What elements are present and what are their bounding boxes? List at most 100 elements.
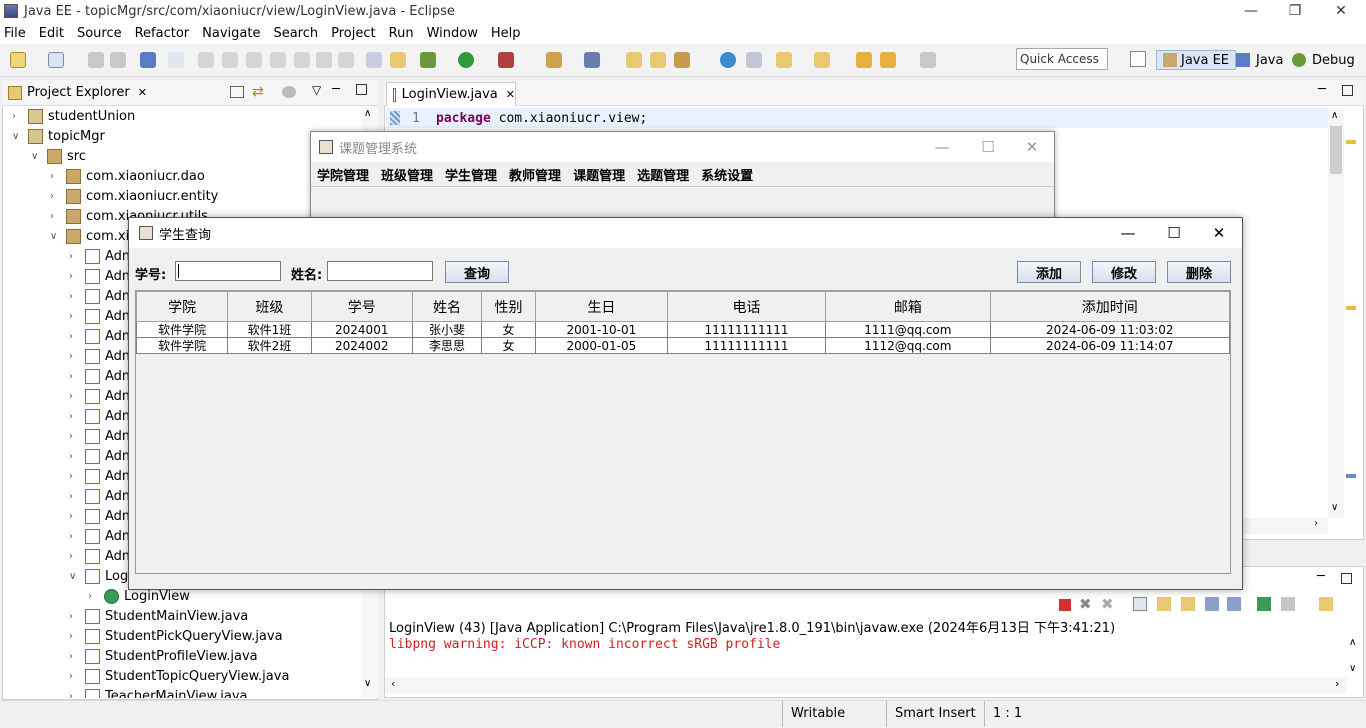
- editor-scrollbar[interactable]: ∧ ∨: [1328, 108, 1344, 518]
- collapsed-chevron-icon[interactable]: ›: [69, 491, 79, 502]
- next-annotation-icon[interactable]: [776, 52, 792, 68]
- collapsed-chevron-icon[interactable]: ›: [69, 471, 79, 482]
- step-return-icon[interactable]: [338, 52, 354, 68]
- resume-icon[interactable]: [198, 52, 214, 68]
- cell-class[interactable]: 软件1班: [227, 321, 312, 338]
- step-over-icon[interactable]: [316, 52, 332, 68]
- col-birthday[interactable]: 生日: [534, 291, 668, 322]
- col-college[interactable]: 学院: [135, 291, 229, 322]
- menu-class[interactable]: 班级管理: [381, 165, 433, 184]
- collapsed-chevron-icon[interactable]: ›: [50, 171, 60, 182]
- tree-item[interactable]: › Adm: [69, 526, 135, 546]
- col-student-no[interactable]: 学号: [310, 291, 413, 322]
- new-icon[interactable]: [10, 52, 26, 68]
- tree-item[interactable]: ∨ com.xia: [50, 226, 137, 246]
- pin-console-icon[interactable]: [1257, 597, 1271, 611]
- collapsed-chevron-icon[interactable]: ›: [69, 611, 79, 622]
- scroll-up-icon[interactable]: ∧: [1349, 637, 1356, 648]
- edit-button[interactable]: 修改: [1092, 261, 1156, 283]
- menu-window[interactable]: Window: [427, 26, 478, 41]
- terminate-icon[interactable]: [246, 52, 262, 68]
- save-icon[interactable]: [88, 52, 104, 68]
- open-task-icon[interactable]: [650, 52, 666, 68]
- minimize-view-icon[interactable]: ─: [1318, 82, 1326, 97]
- console-view-icon[interactable]: [140, 52, 156, 68]
- expanded-chevron-icon[interactable]: ∨: [12, 131, 22, 142]
- tree-item[interactable]: › Adm: [69, 426, 135, 446]
- tree-item[interactable]: › com.xiaoniucr.dao: [50, 166, 205, 186]
- table-row[interactable]: 软件学院 软件1班 2024001 张小斐 女 2001-10-01 11111…: [135, 321, 1231, 338]
- maximize-view-icon[interactable]: [1342, 85, 1353, 96]
- collapsed-chevron-icon[interactable]: ›: [50, 211, 60, 222]
- cell-college[interactable]: 软件学院: [135, 321, 229, 338]
- tree-item[interactable]: › Adm: [69, 266, 135, 286]
- expanded-chevron-icon[interactable]: ∨: [31, 151, 41, 162]
- forward-icon[interactable]: [920, 52, 936, 68]
- editor-tab-loginview[interactable]: LoginView.java ✕: [386, 82, 516, 106]
- collapsed-chevron-icon[interactable]: ›: [69, 671, 79, 682]
- tree-item[interactable]: › Adm: [69, 466, 135, 486]
- skip-breakpoints-icon[interactable]: [168, 52, 184, 68]
- suspend-icon[interactable]: [222, 52, 238, 68]
- cell-class[interactable]: 软件2班: [227, 337, 312, 354]
- query-button[interactable]: 查询: [445, 261, 509, 283]
- menu-teacher[interactable]: 教师管理: [509, 165, 561, 184]
- menu-refactor[interactable]: Refactor: [135, 26, 190, 41]
- new-class-icon[interactable]: [584, 52, 600, 68]
- clear-console-icon[interactable]: [1133, 597, 1147, 611]
- menu-navigate[interactable]: Navigate: [202, 26, 260, 41]
- run-icon[interactable]: [458, 52, 474, 68]
- overview-warning-marker[interactable]: [1346, 306, 1356, 310]
- scroll-thumb[interactable]: [1330, 126, 1342, 174]
- expanded-chevron-icon[interactable]: ∨: [50, 231, 60, 242]
- search-icon[interactable]: [674, 52, 690, 68]
- collapsed-chevron-icon[interactable]: ›: [69, 291, 79, 302]
- view-menu-icon[interactable]: ▽: [312, 83, 321, 97]
- last-edit-icon[interactable]: [856, 52, 872, 68]
- scroll-down-icon[interactable]: ∨: [1331, 502, 1338, 513]
- collapsed-chevron-icon[interactable]: ›: [69, 331, 79, 342]
- step-into-icon[interactable]: [294, 52, 310, 68]
- tree-item[interactable]: › Adm: [69, 486, 135, 506]
- tree-item[interactable]: › Adm: [69, 366, 135, 386]
- menu-college[interactable]: 学院管理: [317, 165, 369, 184]
- collapsed-chevron-icon[interactable]: ›: [69, 691, 79, 699]
- prev-annotation-icon[interactable]: [814, 52, 830, 68]
- tree-item[interactable]: › Adm: [69, 446, 135, 466]
- link-editor-icon[interactable]: ⇄: [252, 84, 264, 100]
- collapsed-chevron-icon[interactable]: ›: [69, 391, 79, 402]
- menu-student[interactable]: 学生管理: [445, 165, 497, 184]
- code-line[interactable]: package com.xiaoniucr.view;: [436, 111, 647, 126]
- add-button[interactable]: 添加: [1017, 261, 1081, 283]
- remove-all-icon[interactable]: ✖: [1101, 595, 1114, 613]
- maximize-icon[interactable]: ☐: [965, 132, 1011, 162]
- tree-item[interactable]: › TeacherMainView.java: [69, 686, 248, 698]
- menu-settings[interactable]: 系统设置: [701, 165, 753, 184]
- tree-item[interactable]: › Adm: [69, 406, 135, 426]
- minimize-icon[interactable]: —: [1105, 218, 1151, 248]
- student-no-input[interactable]: [175, 261, 281, 281]
- expanded-chevron-icon[interactable]: ∨: [69, 571, 79, 582]
- show-stdout-icon[interactable]: [1205, 597, 1219, 611]
- minimize-icon[interactable]: —: [919, 132, 965, 162]
- tree-item[interactable]: › Adm: [69, 386, 135, 406]
- collapsed-chevron-icon[interactable]: ›: [69, 431, 79, 442]
- cell-gender[interactable]: 女: [480, 321, 536, 338]
- perspective-java[interactable]: Java: [1236, 50, 1283, 70]
- remove-launch-icon[interactable]: ✖: [1079, 595, 1092, 613]
- col-created-at[interactable]: 添加时间: [989, 291, 1231, 322]
- tree-item[interactable]: › Adm: [69, 246, 135, 266]
- collapsed-chevron-icon[interactable]: ›: [12, 111, 22, 122]
- use-step-filters-icon[interactable]: [390, 52, 406, 68]
- project-explorer-tab[interactable]: Project Explorer ✕: [8, 85, 147, 100]
- collapsed-chevron-icon[interactable]: ›: [50, 191, 60, 202]
- perspective-debug[interactable]: Debug: [1292, 50, 1355, 70]
- tree-item[interactable]: › Adm: [69, 506, 135, 526]
- menu-topic-pick[interactable]: 选题管理: [637, 165, 689, 184]
- cell-created-at[interactable]: 2024-06-09 11:03:02: [989, 321, 1231, 338]
- new-server-icon[interactable]: [546, 52, 562, 68]
- cell-email[interactable]: 1111@qq.com: [825, 321, 991, 338]
- tree-item[interactable]: › com.xiaoniucr.entity: [50, 186, 218, 206]
- menu-file[interactable]: File: [4, 26, 26, 41]
- overview-info-marker[interactable]: [1346, 474, 1356, 478]
